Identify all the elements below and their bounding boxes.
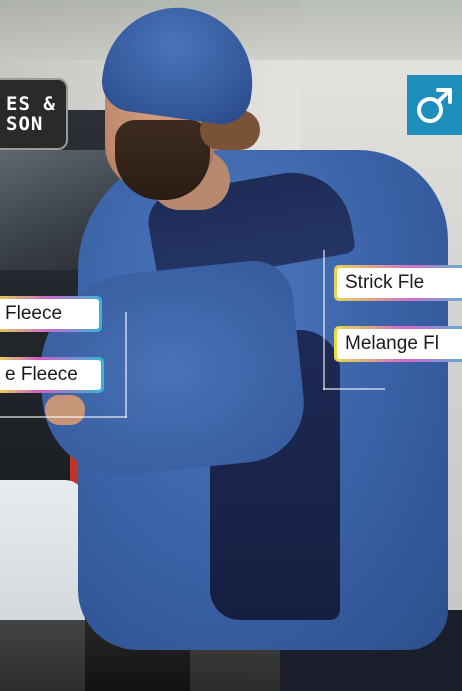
model-hand <box>45 395 85 425</box>
brand-logo-badge: ES & SON <box>0 78 68 150</box>
brand-logo-line-2: SON <box>6 113 44 135</box>
material-tag-melange-fleece[interactable]: e Fleece <box>0 357 104 393</box>
gender-badge <box>407 75 462 135</box>
label-leader-line <box>0 416 127 418</box>
label-leader-line <box>323 388 385 390</box>
material-tag-melange-fleece-right[interactable]: Melange Fl <box>334 326 462 362</box>
material-tag-strick-fleece[interactable]: Strick Fle <box>334 265 462 301</box>
male-symbol-icon <box>416 88 452 123</box>
material-tag-label: Fleece <box>5 303 63 324</box>
material-tag-label: Melange Fl <box>345 333 439 354</box>
label-leader-line <box>323 250 325 390</box>
label-leader-line <box>125 312 127 418</box>
material-tag-label: e Fleece <box>5 364 78 385</box>
brand-logo-line-1: ES & <box>6 93 56 115</box>
material-tag-label: Strick Fle <box>345 272 425 293</box>
material-tag-fleece[interactable]: Fleece <box>0 296 102 332</box>
